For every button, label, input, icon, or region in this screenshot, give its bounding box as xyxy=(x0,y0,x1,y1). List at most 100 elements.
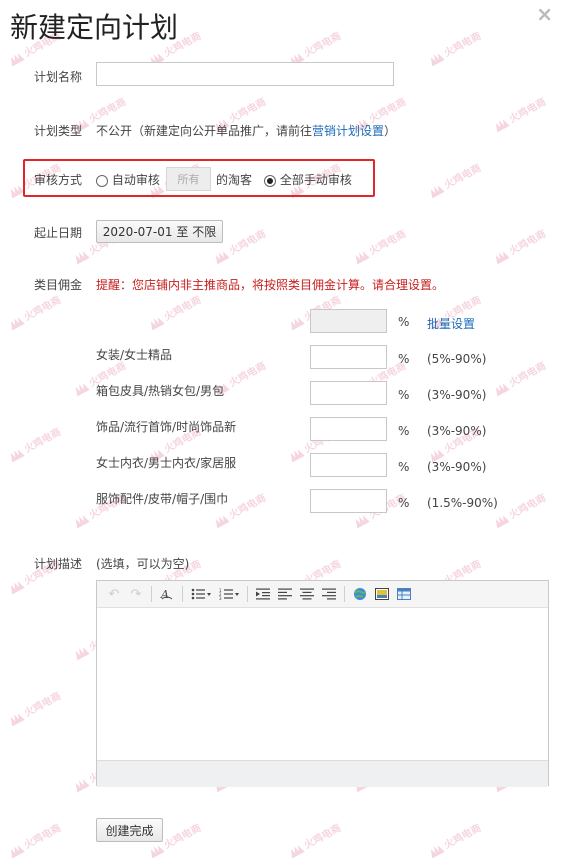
toolbar-divider xyxy=(344,586,345,602)
toolbar-divider xyxy=(247,586,248,602)
plan-type-value: 不公开（新建定向公开单品推广，请前往营销计划设置） xyxy=(96,122,396,139)
watermark-text: 火鸡电商 xyxy=(442,162,484,192)
watermark-text: 火鸡电商 xyxy=(367,96,409,126)
marketing-plan-settings-link[interactable]: 营销计划设置 xyxy=(312,124,384,138)
watermark-text: 火鸡电商 xyxy=(442,822,484,852)
commission-unit: % xyxy=(398,496,410,510)
watermark-text: 火鸡电商 xyxy=(162,294,204,324)
batch-unit: % xyxy=(398,315,410,329)
commission-rate-input[interactable] xyxy=(310,453,387,477)
watermark-text: 火鸡电商 xyxy=(227,96,269,126)
commission-range: (1.5%-90%) xyxy=(427,496,498,510)
watermark-logo: 火鸡电商 xyxy=(425,159,483,199)
editor-toolbar: ↶ ↷ A 123 xyxy=(97,581,548,608)
batch-settings-link[interactable]: 批量设置 xyxy=(427,315,475,332)
commission-range: (3%-90%) xyxy=(427,388,487,402)
align-center-icon[interactable] xyxy=(296,584,318,604)
bullet-list-icon[interactable] xyxy=(187,584,215,604)
watermark-text: 火鸡电商 xyxy=(22,294,64,324)
watermark-logo: 火鸡电商 xyxy=(5,819,63,859)
watermark-logo: 火鸡电商 xyxy=(350,225,408,265)
start-date: 2020-07-01 xyxy=(102,224,173,239)
commission-label: 类目佣金 xyxy=(34,278,83,292)
review-method-label: 审核方式 xyxy=(34,173,83,187)
watermark-text: 火鸡电商 xyxy=(507,96,549,126)
insert-image-icon[interactable] xyxy=(371,584,393,604)
auto-review-radio[interactable] xyxy=(96,174,108,187)
date-sep: 至 xyxy=(176,225,189,239)
watermark-text: 火鸡电商 xyxy=(22,426,64,456)
watermark-text: 火鸡电商 xyxy=(87,96,129,126)
watermark-text: 火鸡电商 xyxy=(302,822,344,852)
watermark-text: 火鸡电商 xyxy=(507,360,549,390)
commission-rate-input[interactable] xyxy=(310,345,387,369)
watermark-text: 火鸡电商 xyxy=(442,30,484,60)
watermark-text: 火鸡电商 xyxy=(302,30,344,60)
plan-name-input[interactable] xyxy=(96,62,394,86)
watermark-logo: 火鸡电商 xyxy=(425,819,483,859)
create-complete-button[interactable]: 创建完成 xyxy=(96,818,163,842)
watermark-text: 火鸡电商 xyxy=(22,690,64,720)
auto-review-label: 自动审核 xyxy=(111,173,160,187)
commission-range: (3%-90%) xyxy=(427,424,487,438)
toolbar-divider xyxy=(151,586,152,602)
commission-category-name: 饰品/流行首饰/时尚饰品新 xyxy=(96,420,237,434)
commission-category-name: 箱包皮具/热销女包/男包 xyxy=(96,384,225,398)
commission-category-name: 女士内衣/男士内衣/家居服 xyxy=(96,456,237,470)
watermark-text: 火鸡电商 xyxy=(367,228,409,258)
commission-rate-input[interactable] xyxy=(310,417,387,441)
insert-table-icon[interactable] xyxy=(393,584,415,604)
editor-content-area[interactable] xyxy=(97,608,548,760)
commission-range: (3%-90%) xyxy=(427,460,487,474)
auto-review-scope-select[interactable]: 所有 xyxy=(166,167,211,191)
watermark-logo: 火鸡电商 xyxy=(5,687,63,727)
close-icon[interactable]: × xyxy=(536,2,553,26)
svg-text:A: A xyxy=(160,588,169,601)
watermark-logo: 火鸡电商 xyxy=(145,291,203,331)
commission-rate-input[interactable] xyxy=(310,489,387,513)
commission-category-name: 服饰配件/皮带/帽子/围巾 xyxy=(96,492,229,506)
auto-review-option[interactable]: 自动审核 xyxy=(96,171,160,188)
align-right-icon[interactable] xyxy=(318,584,340,604)
watermark-logo: 火鸡电商 xyxy=(490,225,548,265)
plan-name-label: 计划名称 xyxy=(34,70,83,84)
commission-unit: % xyxy=(398,352,410,366)
description-label: 计划描述 xyxy=(34,557,83,571)
commission-unit: % xyxy=(398,460,410,474)
watermark-text: 火鸡电商 xyxy=(227,492,269,522)
watermark-text: 火鸡电商 xyxy=(227,228,269,258)
watermark-text: 火鸡电商 xyxy=(507,492,549,522)
clear-format-icon[interactable]: A xyxy=(156,584,178,604)
date-range-label: 起止日期 xyxy=(34,226,83,240)
toolbar-divider xyxy=(182,586,183,602)
plan-type-label: 计划类型 xyxy=(34,124,83,138)
watermark-logo: 火鸡电商 xyxy=(490,489,548,529)
svg-text:3: 3 xyxy=(219,596,222,600)
indent-icon[interactable] xyxy=(252,584,274,604)
commission-rate-input[interactable] xyxy=(310,381,387,405)
watermark-text: 火鸡电商 xyxy=(22,822,64,852)
commission-warning: 提醒：您店铺内非主推商品，将按照类目佣金计算。请合理设置。 xyxy=(96,278,445,292)
watermark-logo: 火鸡电商 xyxy=(490,357,548,397)
undo-icon[interactable]: ↶ xyxy=(103,584,125,604)
manual-review-radio[interactable] xyxy=(264,174,276,187)
taoke-text: 的淘客 xyxy=(216,173,253,187)
commission-unit: % xyxy=(398,388,410,402)
watermark-logo: 火鸡电商 xyxy=(5,423,63,463)
redo-icon[interactable]: ↷ xyxy=(125,584,147,604)
commission-unit: % xyxy=(398,424,410,438)
batch-commission-input[interactable] xyxy=(310,309,387,333)
description-editor: ↶ ↷ A 123 xyxy=(96,580,549,787)
dialog-title: 新建定向计划 xyxy=(10,11,179,44)
manual-review-option[interactable]: 全部手动审核 xyxy=(264,171,352,188)
editor-status-bar xyxy=(97,760,548,787)
watermark-logo: 火鸡电商 xyxy=(5,291,63,331)
insert-link-icon[interactable] xyxy=(349,584,371,604)
plan-type-suffix: ） xyxy=(384,124,397,138)
watermark-logo: 火鸡电商 xyxy=(285,819,343,859)
date-range-button[interactable]: 2020-07-01 至 不限 xyxy=(96,220,223,243)
numbered-list-icon[interactable]: 123 xyxy=(215,584,243,604)
watermark-text: 火鸡电商 xyxy=(227,360,269,390)
align-left-icon[interactable] xyxy=(274,584,296,604)
description-hint: (选填，可以为空) xyxy=(96,557,190,571)
